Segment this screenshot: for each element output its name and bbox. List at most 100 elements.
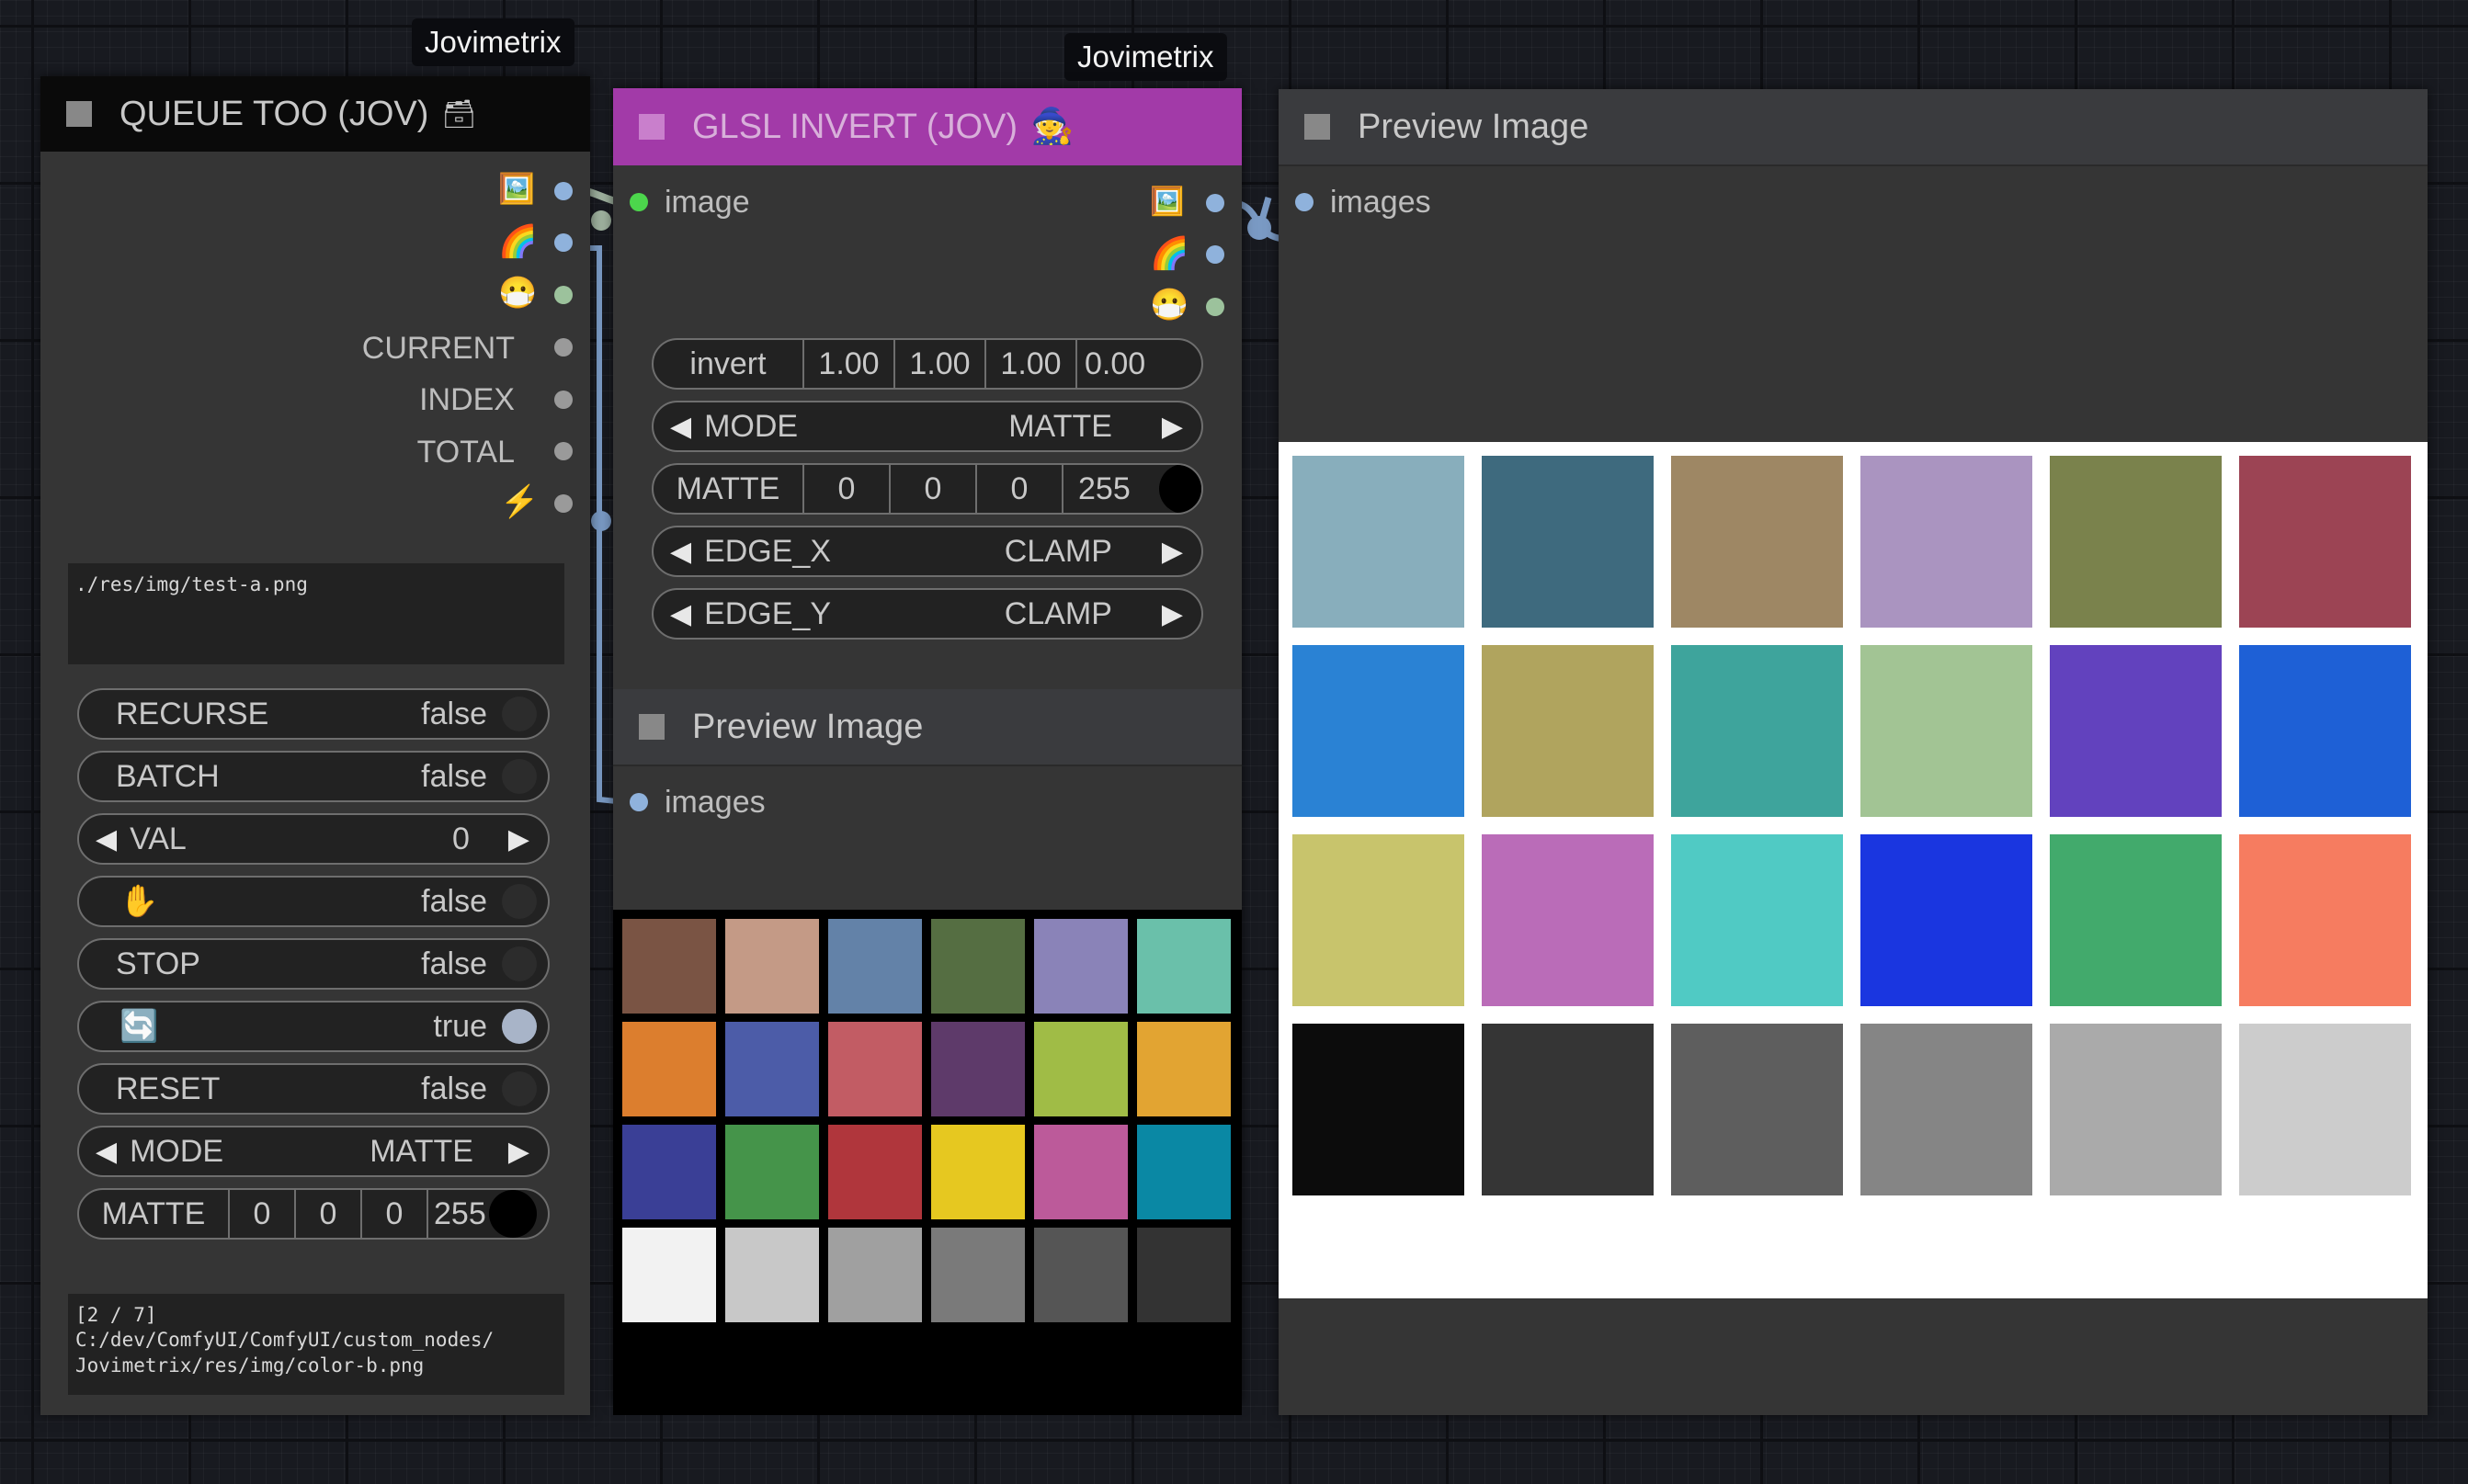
glsl-mode-combo[interactable]: ◀ MODE MATTE ▶ (652, 401, 1203, 452)
reset-toggle[interactable]: RESET false (77, 1063, 550, 1115)
mode-prev-arrow[interactable]: ◀ (654, 411, 704, 443)
output-trigger-slot[interactable] (554, 494, 573, 513)
recurse-toggle[interactable]: RECURSE false (77, 688, 550, 740)
matte-color-swatch[interactable] (489, 1190, 537, 1238)
val-decrement-arrow[interactable]: ◀ (79, 823, 130, 855)
invert-vector-widget[interactable]: invert 1.00 1.00 1.00 0.00 (652, 338, 1203, 390)
collapse-toggle-icon[interactable] (639, 714, 665, 740)
queue-path-textarea[interactable]: ./res/img/test-a.png (68, 563, 564, 664)
mode-next-arrow[interactable]: ▶ (1149, 411, 1201, 443)
invert-w-field[interactable]: 0.00 (1075, 340, 1201, 388)
invert-x-field[interactable]: 1.00 (802, 340, 893, 388)
loop-toggle-knob[interactable] (502, 1009, 537, 1044)
preview-node-title-bar[interactable]: Preview Image (1279, 89, 2428, 166)
recurse-toggle-knob[interactable] (502, 697, 537, 731)
output-rgb-slot[interactable] (554, 233, 573, 252)
stop-value: false (421, 946, 487, 981)
hand-value: false (421, 883, 487, 919)
color-swatch (2050, 834, 2222, 1006)
output-image-slot[interactable] (1206, 194, 1224, 212)
link-reroute-dot (591, 210, 611, 231)
mode-next-arrow[interactable]: ▶ (495, 1136, 548, 1168)
mode-combo[interactable]: ◀ MODE MATTE ▶ (77, 1126, 550, 1177)
output-current-slot[interactable] (554, 338, 573, 357)
mode-label: MODE (130, 1133, 224, 1169)
queue-node-title-bar[interactable]: QUEUE TOO (JOV) 🗃 (40, 76, 590, 152)
output-rgb-slot[interactable] (1206, 245, 1224, 264)
preview-image-node[interactable]: Preview Image images (1279, 89, 2428, 1415)
card-box-icon: 🗃 (441, 98, 477, 130)
stop-toggle[interactable]: STOP false (77, 938, 550, 990)
reset-value: false (421, 1071, 487, 1106)
edge-y-prev-arrow[interactable]: ◀ (654, 598, 704, 630)
recurse-value: false (421, 696, 487, 731)
loop-toggle[interactable]: 🔄 true (77, 1001, 550, 1052)
invert-y-field[interactable]: 1.00 (893, 340, 984, 388)
color-swatch (828, 919, 922, 1014)
matte-a-field[interactable]: 255 (426, 1190, 498, 1238)
color-swatch (1137, 1228, 1231, 1322)
val-label: VAL (130, 821, 187, 856)
recurse-label: RECURSE (116, 696, 269, 731)
matte-a-field[interactable]: 255 (1062, 465, 1166, 513)
inner-preview-title-bar[interactable]: Preview Image (613, 689, 1242, 766)
val-increment-arrow[interactable]: ▶ (495, 823, 548, 855)
color-swatch (2050, 456, 2222, 628)
collapse-toggle-icon[interactable] (66, 101, 92, 127)
color-swatch (1482, 834, 1654, 1006)
color-swatch (1137, 1022, 1231, 1116)
color-swatch (1671, 834, 1843, 1006)
output-mask-slot[interactable] (1206, 298, 1224, 316)
edge-x-next-arrow[interactable]: ▶ (1149, 536, 1201, 568)
glsl-matte-widget[interactable]: MATTE 0 0 0 255 (652, 463, 1203, 515)
input-images-slot[interactable] (1295, 193, 1314, 211)
color-swatch (1292, 1024, 1464, 1195)
matte-g-field[interactable]: 0 (889, 465, 975, 513)
color-swatch (828, 1022, 922, 1116)
input-image-label: image (665, 185, 750, 220)
output-image-slot[interactable] (554, 182, 573, 200)
edge-y-next-arrow[interactable]: ▶ (1149, 598, 1201, 630)
edge-y-combo[interactable]: ◀ EDGE_Y CLAMP ▶ (652, 588, 1203, 640)
edge-x-label: EDGE_X (704, 533, 832, 569)
output-index-slot[interactable] (554, 391, 573, 409)
hand-toggle-knob[interactable] (502, 884, 537, 919)
reset-toggle-knob[interactable] (502, 1071, 537, 1106)
wizard-icon: 🧙 (1030, 108, 1075, 146)
color-swatch (1292, 456, 1464, 628)
collapse-toggle-icon[interactable] (639, 114, 665, 140)
matte-r-field[interactable]: 0 (802, 465, 889, 513)
glsl-invert-node[interactable]: GLSL INVERT (JOV) 🧙 image 🖼️ 🌈 😷 invert … (613, 88, 1242, 1415)
queue-status-textarea[interactable]: [2 / 7] C:/dev/ComfyUI/ComfyUI/custom_no… (68, 1294, 564, 1395)
matte-g-field[interactable]: 0 (294, 1190, 360, 1238)
color-swatch (931, 1022, 1025, 1116)
inner-preview-image (613, 910, 1242, 1415)
glsl-node-title-bar[interactable]: GLSL INVERT (JOV) 🧙 (613, 88, 1242, 165)
matte-color-widget[interactable]: MATTE 0 0 0 255 (77, 1188, 550, 1240)
val-number-widget[interactable]: ◀ VAL 0 ▶ (77, 813, 550, 865)
batch-toggle[interactable]: BATCH false (77, 751, 550, 802)
edge-x-prev-arrow[interactable]: ◀ (654, 536, 704, 568)
input-images-slot[interactable] (630, 793, 648, 811)
queue-too-node[interactable]: QUEUE TOO (JOV) 🗃 🖼️ 🌈 😷 CURRENT INDEX T… (40, 76, 590, 1415)
mode-prev-arrow[interactable]: ◀ (79, 1136, 130, 1168)
matte-r-field[interactable]: 0 (228, 1190, 294, 1238)
collapse-toggle-icon[interactable] (1304, 114, 1330, 140)
batch-toggle-knob[interactable] (502, 759, 537, 794)
matte-color-swatch[interactable] (1159, 465, 1201, 513)
color-swatch (1671, 456, 1843, 628)
hand-toggle[interactable]: ✋ false (77, 876, 550, 927)
edge-x-combo[interactable]: ◀ EDGE_X CLAMP ▶ (652, 526, 1203, 577)
stop-toggle-knob[interactable] (502, 946, 537, 981)
output-mask-slot[interactable] (554, 286, 573, 304)
preview-image (1279, 442, 2428, 1298)
output-image-icon: 🖼️ (498, 172, 535, 205)
output-lightning-icon: ⚡ (500, 484, 540, 519)
batch-label: BATCH (116, 758, 220, 794)
output-total-slot[interactable] (554, 442, 573, 460)
color-swatch (2239, 834, 2411, 1006)
matte-b-field[interactable]: 0 (975, 465, 1062, 513)
invert-z-field[interactable]: 1.00 (984, 340, 1075, 388)
matte-b-field[interactable]: 0 (360, 1190, 426, 1238)
input-image-slot[interactable] (630, 193, 648, 211)
